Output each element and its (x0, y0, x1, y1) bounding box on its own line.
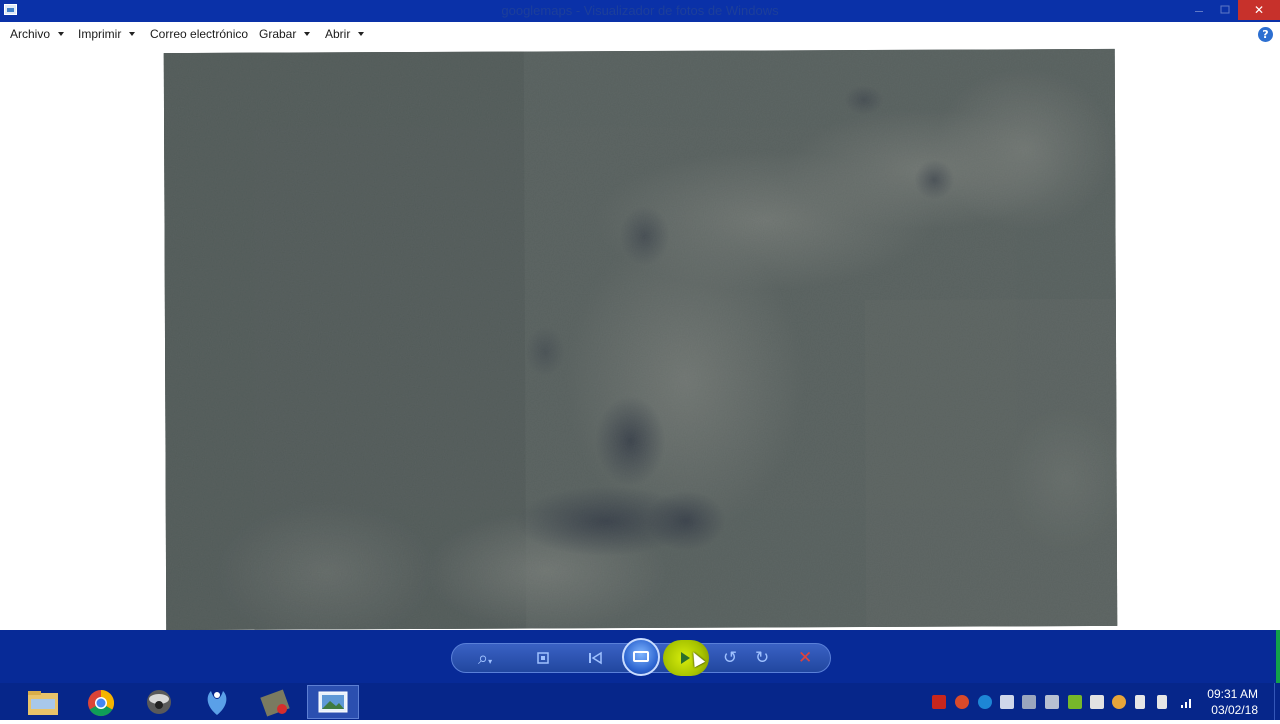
taskbar: 09:31 AM 03/02/18 (0, 683, 1280, 720)
satellite-photo (163, 48, 1118, 631)
taskbar-app-4[interactable] (191, 685, 243, 719)
clock-date: 03/02/18 (1211, 703, 1258, 717)
command-bar: Archivo Imprimir Correo electrónico Grab… (0, 22, 1280, 49)
taskbar-app-5[interactable] (249, 685, 301, 719)
menu-grabar[interactable]: Grabar (259, 27, 311, 41)
taskbar-file-explorer[interactable] (17, 685, 69, 719)
volume-icon[interactable] (1157, 695, 1167, 709)
taskbar-app-3[interactable] (133, 685, 185, 719)
tray-printer-icon[interactable] (1045, 695, 1059, 709)
slideshow-icon (633, 651, 649, 662)
rotate-clockwise-icon: ↻ (755, 648, 770, 668)
previous-icon (589, 651, 602, 665)
menu-label: Grabar (259, 27, 297, 41)
rotate-clockwise-button[interactable]: ↻ (755, 648, 769, 668)
delete-icon: ✕ (798, 648, 813, 668)
app-icon (147, 690, 171, 714)
terrain-image (163, 48, 1118, 631)
tray-user-icon[interactable] (1112, 695, 1126, 709)
tray-app-icon[interactable] (955, 695, 969, 709)
show-desktop-button[interactable] (1274, 683, 1280, 720)
menu-abrir[interactable]: Abrir (325, 27, 365, 41)
title-bar: googlemaps - Visualizador de fotos de Wi… (0, 0, 1280, 22)
signal-icon[interactable] (1180, 695, 1194, 709)
previous-button[interactable] (586, 650, 604, 670)
photo-viewer-icon (318, 691, 348, 713)
menu-correo[interactable]: Correo electrónico (150, 27, 248, 41)
zoom-icon: ⌕ (478, 648, 489, 669)
tray-network-app-icon[interactable] (1022, 695, 1036, 709)
dropdown-arrow-icon (129, 31, 136, 36)
menu-label: Correo electrónico (150, 27, 249, 41)
zoom-button[interactable]: ⌕▾ (478, 648, 492, 669)
taskbar-chrome[interactable] (75, 685, 127, 719)
taskbar-photo-viewer[interactable] (307, 685, 359, 719)
dropdown-arrow-icon (58, 31, 65, 36)
actual-size-icon (537, 652, 549, 664)
menu-imprimir[interactable]: Imprimir (78, 27, 136, 41)
maximize-button[interactable] (1212, 0, 1238, 20)
help-icon[interactable]: ? (1258, 27, 1273, 42)
app-icon (260, 689, 290, 717)
minimize-icon (1195, 11, 1203, 12)
clock[interactable]: 09:31 AM 03/02/18 (1207, 686, 1258, 718)
maximize-icon (1220, 5, 1230, 14)
tray-flag-icon[interactable] (1090, 695, 1104, 709)
clock-time: 09:31 AM (1207, 687, 1258, 701)
edge-accent (1276, 630, 1280, 683)
window-title: googlemaps - Visualizador de fotos de Wi… (501, 3, 779, 18)
photo-viewport[interactable] (0, 48, 1280, 631)
menu-archivo[interactable]: Archivo (10, 27, 65, 41)
app-icon (207, 691, 227, 715)
menu-label: Imprimir (78, 27, 122, 41)
chrome-icon (88, 689, 115, 717)
rotate-counterclockwise-icon: ↺ (723, 648, 738, 668)
menu-label: Abrir (325, 27, 351, 41)
tray-e-icon[interactable] (978, 695, 992, 709)
file-explorer-icon (28, 691, 58, 715)
rotate-counterclockwise-button[interactable]: ↺ (723, 648, 737, 668)
menu-label: Archivo (10, 27, 51, 41)
dropdown-arrow-icon (358, 31, 365, 36)
dropdown-arrow-icon (304, 31, 311, 36)
actual-size-button[interactable] (534, 650, 552, 670)
close-icon: ✕ (1253, 3, 1265, 17)
acrobat-icon[interactable] (932, 695, 946, 709)
battery-icon[interactable] (1135, 695, 1145, 709)
minimize-button[interactable] (1186, 0, 1212, 20)
slideshow-button[interactable] (622, 638, 660, 676)
delete-button[interactable]: ✕ (798, 648, 812, 668)
close-button[interactable]: ✕ (1238, 0, 1280, 20)
tray-monitor-icon[interactable] (1000, 695, 1014, 709)
nvidia-icon[interactable] (1068, 695, 1082, 709)
